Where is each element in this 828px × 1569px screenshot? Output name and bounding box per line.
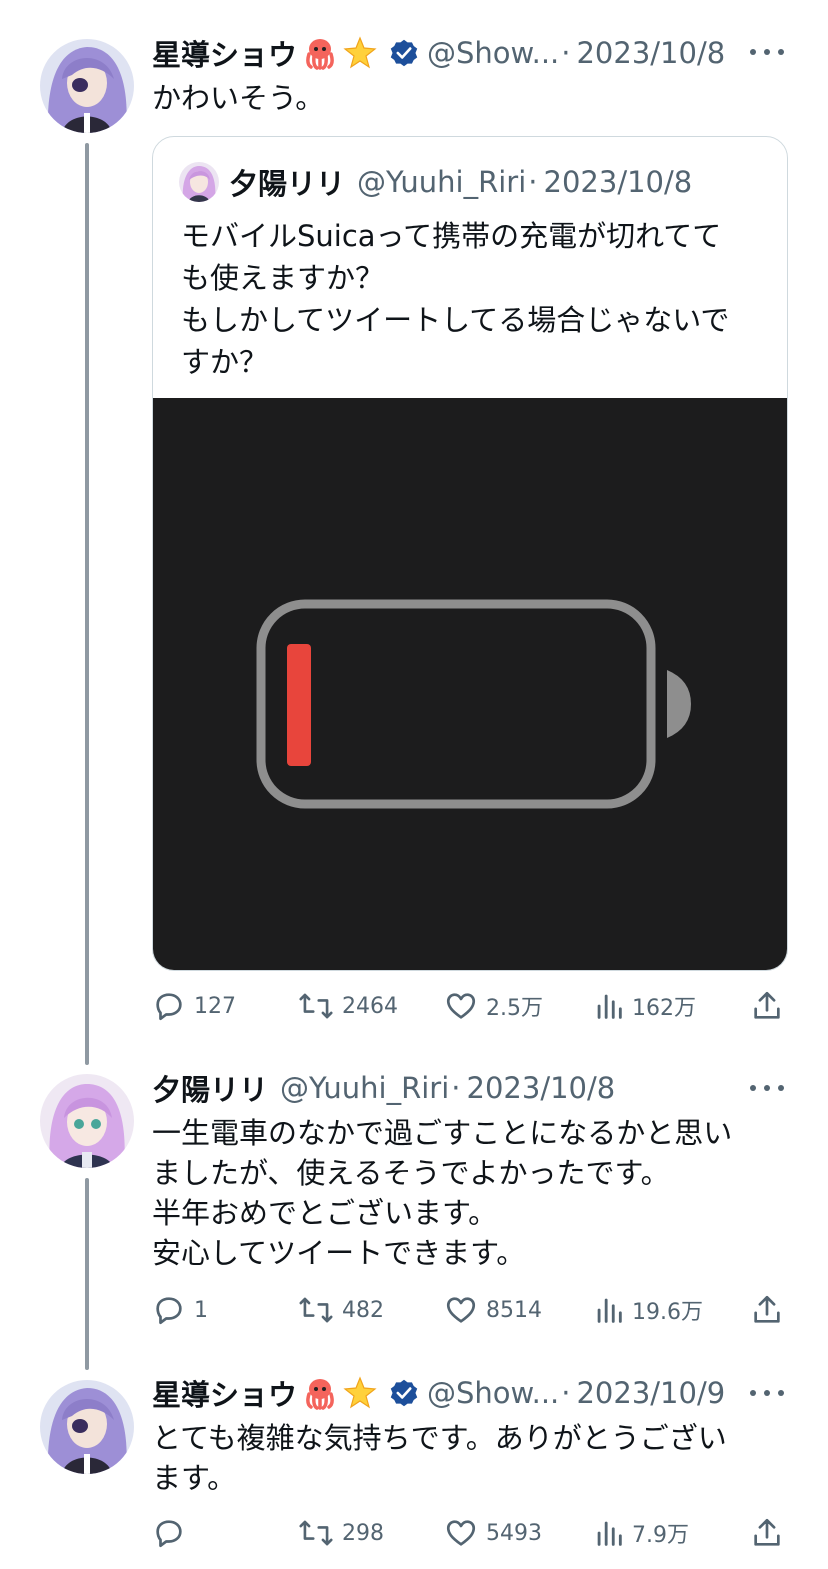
star-emoji-icon [343, 1376, 377, 1409]
quoted-tweet-date: 2023/10/8 [543, 165, 693, 199]
verified-badge-icon [390, 39, 418, 67]
like-button[interactable]: 2.5万 [444, 986, 543, 1026]
avatar[interactable] [40, 1074, 134, 1168]
avatar[interactable] [40, 39, 134, 133]
views-icon [597, 994, 622, 1019]
like-count: 5493 [486, 1520, 542, 1546]
quoted-tweet-text: モバイルSuicaって携帯の充電が切れてて も使えますか？ もしかしてツイートし… [181, 219, 730, 379]
views-icon [597, 1298, 622, 1323]
share-icon [754, 1295, 780, 1323]
retweet-button[interactable]: 2464 [298, 986, 398, 1026]
heart-icon [446, 1520, 476, 1546]
tweet-header: 夕陽リリ @Yuuhi_Riri · 2023/10/8 [152, 1068, 615, 1108]
quoted-avatar [179, 162, 219, 202]
view-count: 7.9万 [632, 1523, 689, 1548]
heart-icon [446, 993, 476, 1019]
more-options-icon[interactable] [750, 1082, 784, 1094]
like-button[interactable]: 5493 [444, 1513, 542, 1553]
tweet-actions: 298 5493 7.9万 [152, 1513, 792, 1553]
separator-dot: · [561, 36, 571, 70]
author-handle[interactable]: @Yuuhi_Riri [280, 1071, 449, 1105]
reply-button[interactable]: 127 [152, 986, 236, 1026]
thread-line [85, 143, 89, 1065]
retweet-icon [299, 1297, 333, 1323]
avatar[interactable] [40, 1380, 134, 1474]
author-name[interactable]: 星導ショウ [152, 32, 297, 74]
views-button[interactable]: 7.9万 [594, 1513, 689, 1553]
share-button[interactable] [750, 1513, 784, 1553]
like-button[interactable]: 8514 [444, 1290, 542, 1330]
tweet-actions: 1 482 8514 19.6万 [152, 1290, 792, 1330]
quoted-tweet[interactable]: 夕陽リリ @Yuuhi_Riri · 2023/10/8 モバイルSuicaって… [152, 136, 788, 971]
like-count: 2.5万 [486, 996, 543, 1021]
share-button[interactable] [750, 986, 784, 1026]
view-count: 19.6万 [632, 1300, 703, 1325]
heart-icon [446, 1297, 476, 1323]
separator-dot: · [528, 165, 538, 199]
thread-line [85, 1178, 89, 1370]
tweet-actions: 127 2464 2.5万 162万 [152, 986, 792, 1026]
tweet-text: とても複雑な気持ちです。ありがとうござい ます。 [152, 1421, 727, 1495]
reply-count: 1 [194, 1297, 208, 1323]
author-name[interactable]: 星導ショウ [152, 1372, 297, 1414]
reply-button[interactable] [152, 1513, 194, 1553]
share-icon [754, 991, 780, 1019]
tweet-text: かわいそう。 [152, 81, 325, 115]
octopus-emoji-icon [306, 1379, 334, 1410]
quoted-tweet-header: 夕陽リリ @Yuuhi_Riri · 2023/10/8 [179, 162, 692, 202]
views-button[interactable]: 162万 [594, 986, 696, 1026]
retweet-count: 298 [342, 1520, 384, 1546]
star-emoji-icon [343, 36, 377, 69]
reply-icon [156, 1520, 182, 1548]
more-options-icon[interactable] [750, 1387, 784, 1399]
retweet-icon [299, 993, 333, 1019]
retweet-count: 2464 [342, 993, 398, 1019]
author-handle[interactable]: @Show... [427, 1376, 559, 1410]
retweet-button[interactable]: 482 [298, 1290, 384, 1330]
tweet-header: 星導ショウ @Show... · 2023/10/9 [152, 1373, 725, 1413]
tweet-text: 一生電車のなかで過ごすことになるかと思い ましたが、使えるそうでよかったです。 … [152, 1116, 733, 1270]
low-battery-icon [256, 599, 691, 809]
more-options-icon[interactable] [750, 46, 784, 58]
tweet-date[interactable]: 2023/10/9 [576, 1376, 725, 1410]
separator-dot: · [451, 1071, 461, 1105]
author-handle[interactable]: @Show... [427, 36, 559, 70]
tweet-date[interactable]: 2023/10/8 [576, 36, 725, 70]
tweet-header: 星導ショウ @Show... · 2023/10/8 [152, 33, 725, 73]
quoted-author-handle: @Yuuhi_Riri [357, 165, 527, 199]
retweet-button[interactable]: 298 [298, 1513, 384, 1553]
reply-icon [156, 1297, 182, 1325]
quoted-author-name: 夕陽リリ [229, 167, 346, 201]
like-count: 8514 [486, 1297, 542, 1323]
reply-count: 127 [194, 993, 236, 1019]
share-button[interactable] [750, 1290, 784, 1330]
verified-badge-icon [390, 1379, 418, 1407]
separator-dot: · [561, 1376, 571, 1410]
tweet-date[interactable]: 2023/10/8 [467, 1071, 616, 1105]
reply-button[interactable]: 1 [152, 1290, 208, 1330]
octopus-emoji-icon [306, 39, 334, 70]
author-name[interactable]: 夕陽リリ [152, 1067, 268, 1109]
views-icon [597, 1521, 622, 1546]
view-count: 162万 [632, 996, 696, 1021]
reply-icon [156, 993, 182, 1021]
views-button[interactable]: 19.6万 [594, 1290, 703, 1330]
retweet-icon [299, 1520, 333, 1546]
retweet-count: 482 [342, 1297, 384, 1323]
quoted-tweet-image[interactable] [153, 398, 787, 970]
share-icon [754, 1518, 780, 1546]
